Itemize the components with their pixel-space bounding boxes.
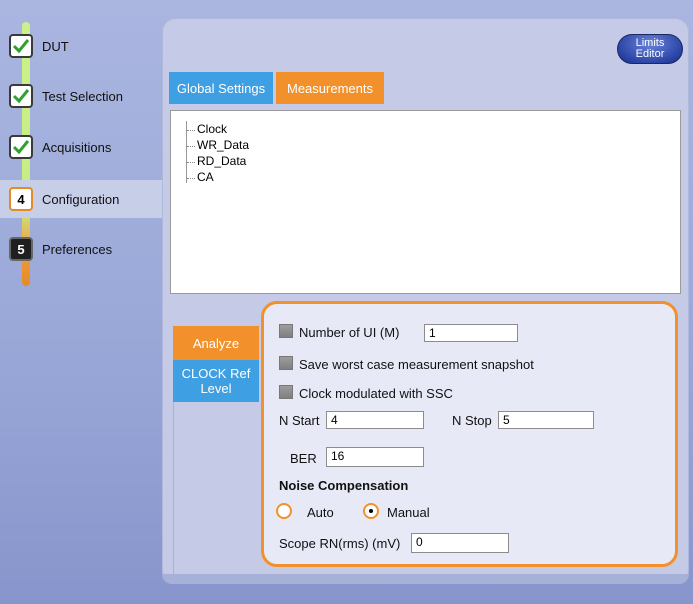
ssc-label: Clock modulated with SSC [299,386,453,401]
n-stop-input[interactable]: 5 [498,411,594,429]
step-label: DUT [42,38,69,54]
auto-radio[interactable] [276,503,292,519]
tree-connector [187,130,195,132]
tree-item-rd-data[interactable]: RD_Data [197,154,246,168]
side-tab-analyze[interactable]: Analyze [173,326,259,360]
tree-item-clock[interactable]: Clock [197,122,227,136]
side-tab-column [173,402,260,574]
tree-connector [187,146,195,148]
tree-connector [187,162,195,164]
step-configuration[interactable]: 4 Configuration [0,180,162,218]
scope-rn-input[interactable]: 0 [411,533,509,553]
n-start-input[interactable]: 4 [326,411,424,429]
n-stop-label: N Stop [452,413,492,428]
num-ui-label: Number of UI (M) [299,325,400,340]
step-acquisitions[interactable]: Acquisitions [0,128,162,166]
side-tab-label-line2: Level [200,381,232,396]
num-ui-checkbox[interactable] [279,324,293,338]
step-label: Configuration [42,191,120,207]
tree-connector [187,178,195,180]
noise-compensation-heading: Noise Compensation [279,478,409,493]
step-number-badge: 4 [9,187,33,211]
auto-radio-label: Auto [307,505,334,520]
n-start-label: N Start [279,413,320,428]
step-label: Test Selection [42,88,123,104]
step-label: Acquisitions [42,139,112,155]
step-number-badge: 5 [9,237,33,261]
ssc-checkbox[interactable] [279,385,293,399]
check-icon [9,84,33,108]
measurement-tree[interactable]: Clock WR_Data RD_Data CA [170,110,681,294]
step-dut[interactable]: DUT [0,27,162,65]
num-ui-input[interactable]: 1 [424,324,518,342]
manual-radio[interactable] [363,503,379,519]
step-preferences[interactable]: 5 Preferences [0,230,162,268]
check-icon [9,34,33,58]
panel-footer [162,574,689,584]
ber-input[interactable]: 16 [326,447,424,467]
tab-measurements[interactable]: Measurements [276,72,384,104]
tree-item-ca[interactable]: CA [197,170,214,184]
side-tab-label-line1: CLOCK Ref [181,366,251,381]
limits-editor-button[interactable]: Limits Editor [617,34,683,64]
tree-item-wr-data[interactable]: WR_Data [197,138,249,152]
limits-editor-label-line2: Editor [635,48,665,60]
manual-radio-label: Manual [387,505,430,520]
worst-case-snapshot-label: Save worst case measurement snapshot [299,357,534,372]
ber-label: BER [290,451,317,466]
step-test-selection[interactable]: Test Selection [0,77,162,115]
check-icon [9,135,33,159]
step-label: Preferences [42,241,113,257]
tab-global-settings[interactable]: Global Settings [169,72,273,104]
scope-rn-label: Scope RN(rms) (mV) [279,536,401,551]
worst-case-snapshot-checkbox[interactable] [279,356,293,370]
side-tab-clock-ref-level[interactable]: CLOCK Ref Level [173,360,259,402]
